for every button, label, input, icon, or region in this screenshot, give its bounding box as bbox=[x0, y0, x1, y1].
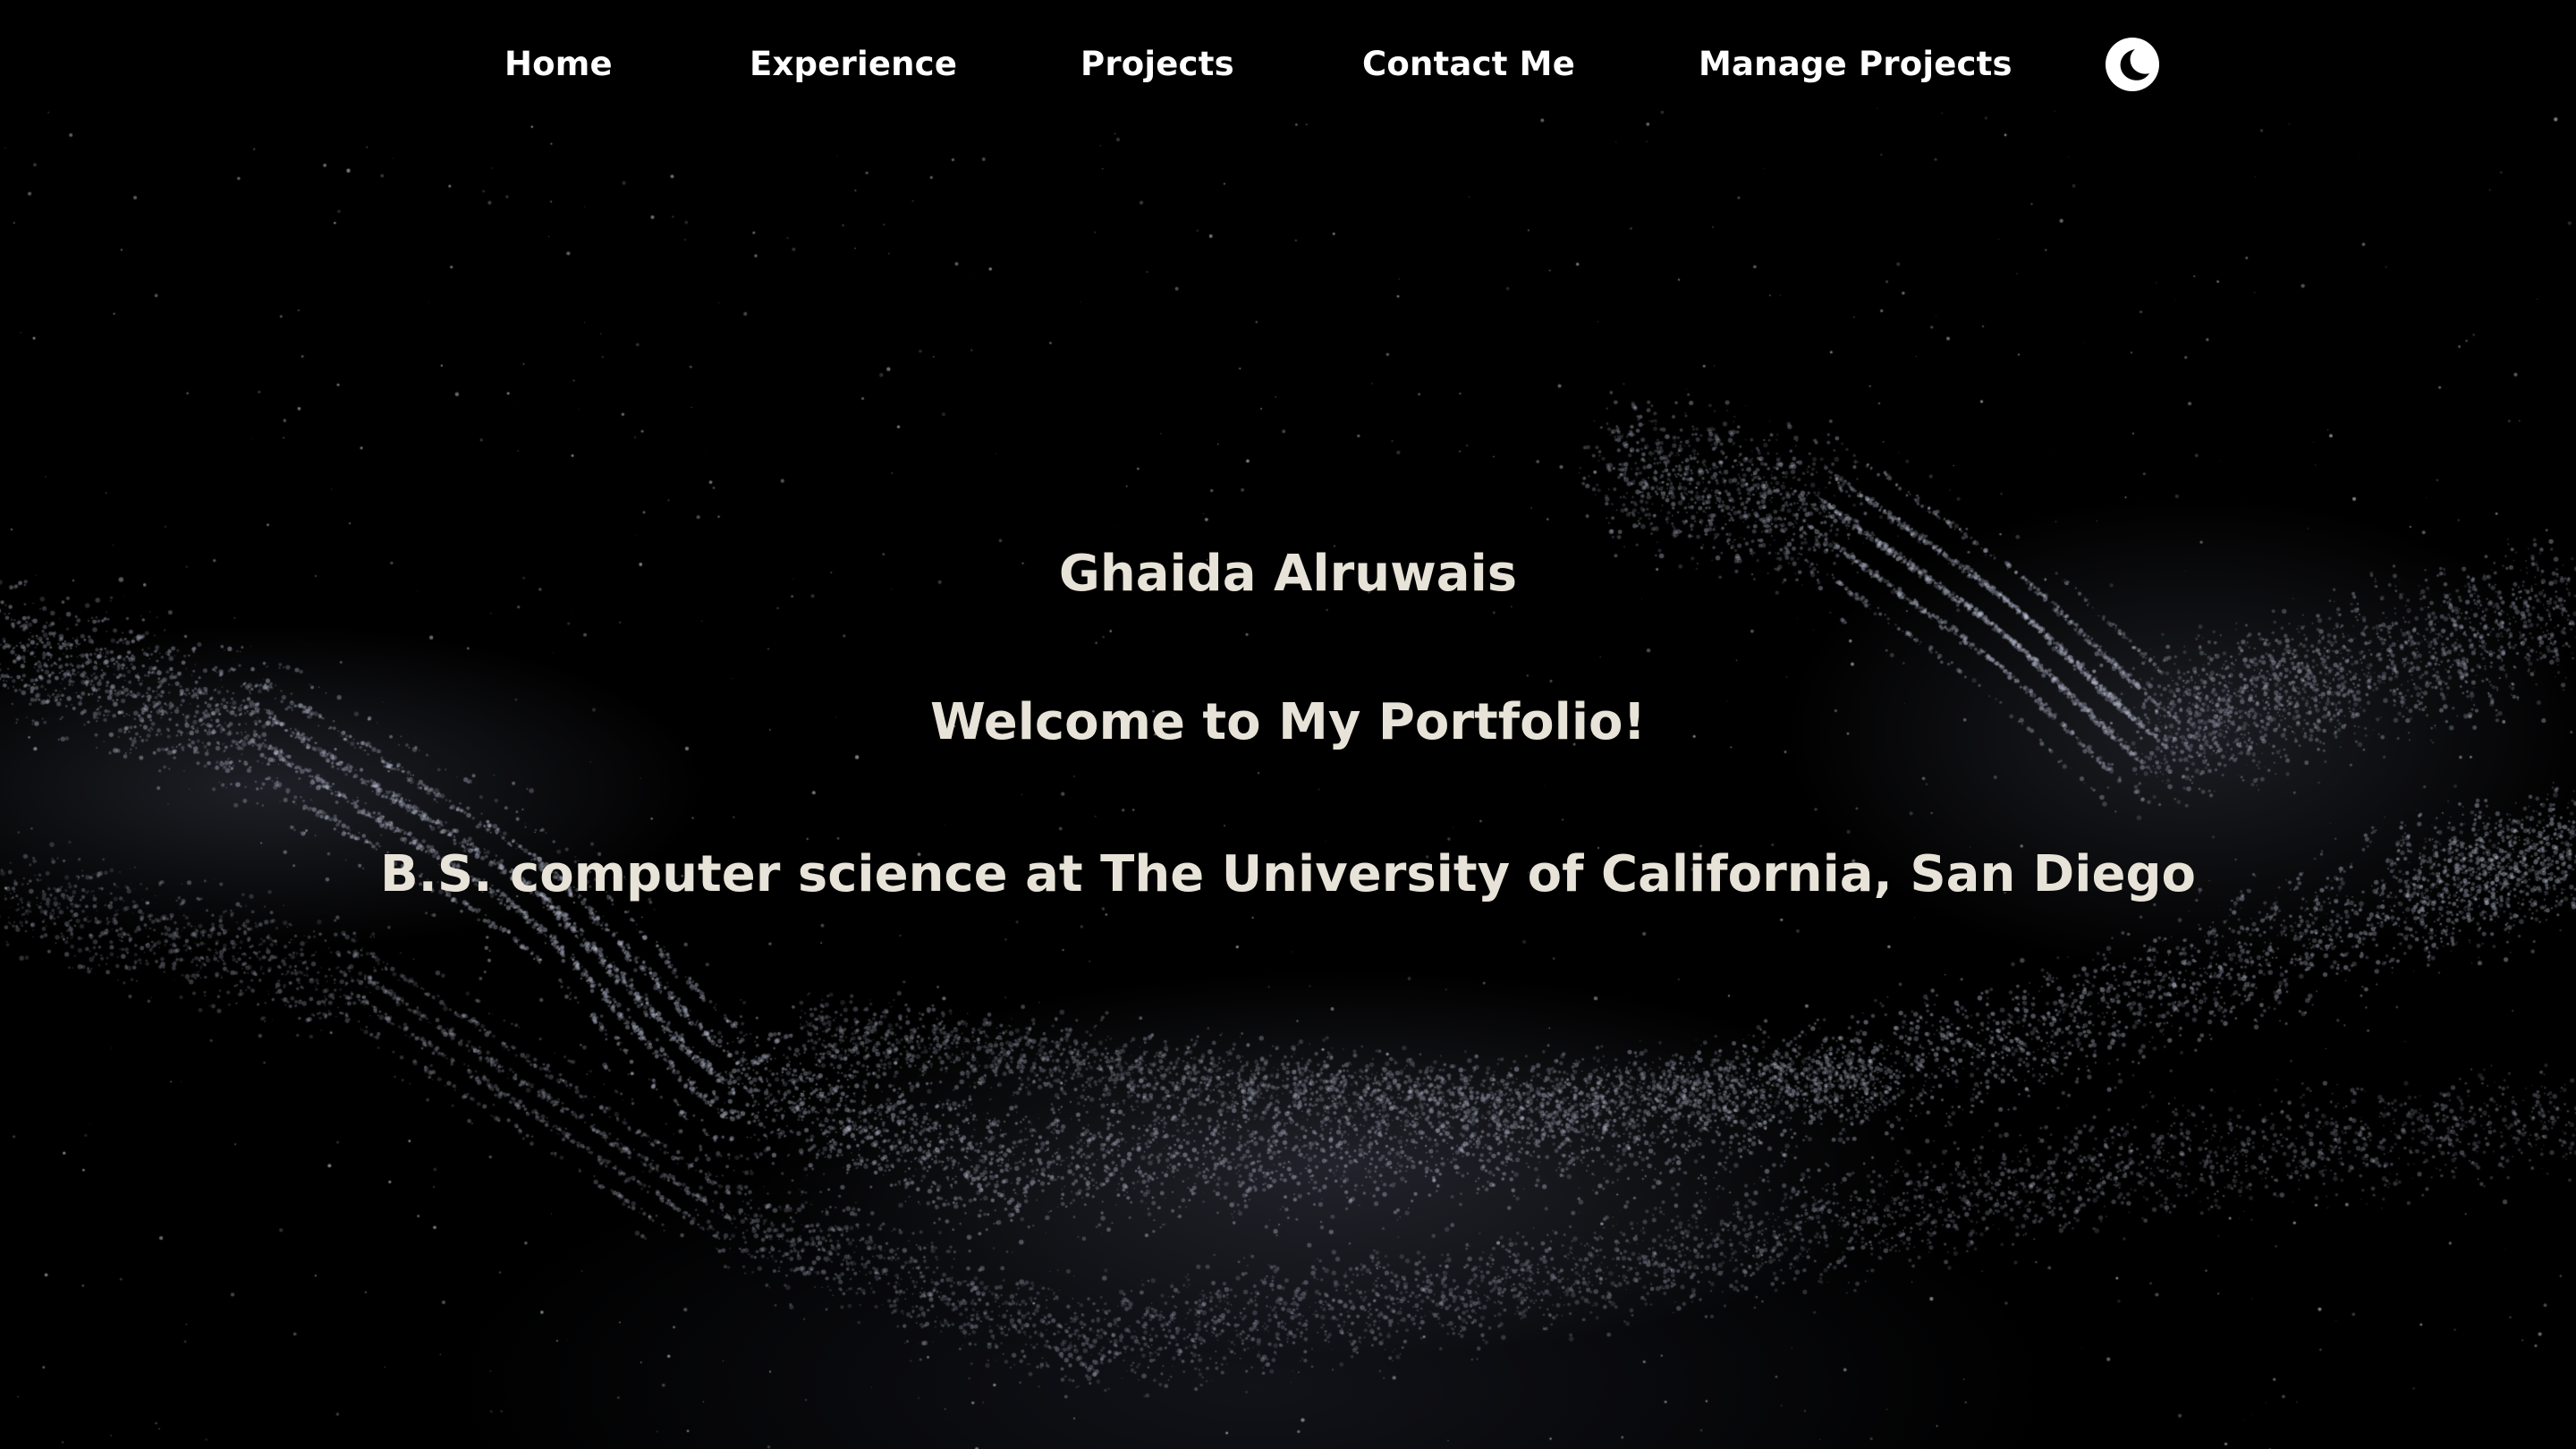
hero-degree-subtitle: B.S. computer science at The University … bbox=[379, 845, 2197, 903]
nav-home-link[interactable]: Home bbox=[504, 41, 613, 88]
top-navigation: Home Experience Projects Contact Me Mana… bbox=[0, 0, 2576, 129]
nav-experience-link[interactable]: Experience bbox=[750, 41, 957, 88]
theme-toggle-button[interactable] bbox=[2106, 38, 2159, 91]
nav-manage-projects-link[interactable]: Manage Projects bbox=[1699, 41, 2012, 88]
hero-welcome-heading: Welcome to My Portfolio! bbox=[929, 693, 1647, 751]
nav-contact-me-link[interactable]: Contact Me bbox=[1362, 41, 1575, 88]
hero-name: Ghaida Alruwais bbox=[1058, 545, 1518, 603]
nav-projects-link[interactable]: Projects bbox=[1080, 41, 1234, 88]
